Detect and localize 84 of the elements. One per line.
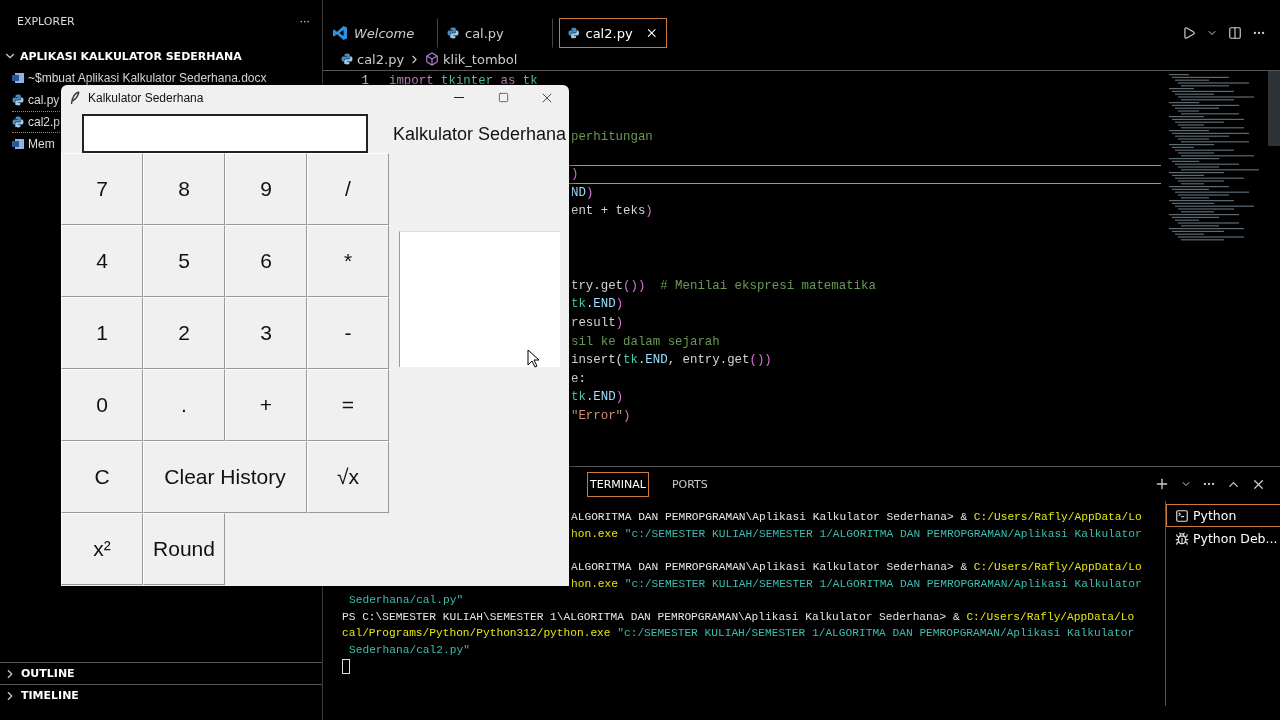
calculator-key[interactable]: 3	[225, 297, 307, 369]
python-icon	[447, 27, 459, 39]
document-icon	[12, 138, 24, 150]
app-heading: Kalkulator Sederhana	[392, 124, 568, 146]
maximize-icon	[497, 92, 509, 103]
minimize-icon	[454, 97, 464, 98]
document-icon	[12, 72, 24, 84]
calculator-key[interactable]: 0	[61, 369, 143, 441]
file-item[interactable]: cal.py	[12, 89, 60, 111]
calculator-key[interactable]: /	[307, 153, 389, 225]
code-line: )	[571, 167, 579, 182]
calculator-key[interactable]: 5	[143, 225, 225, 297]
calculator-key[interactable]: .	[143, 369, 225, 441]
code-line: ent + teks)	[571, 204, 653, 219]
calculator-key[interactable]: 8	[143, 153, 225, 225]
code-line: sil ke dalam sejarah	[571, 334, 720, 349]
terminal-item[interactable]: Python Deb...	[1166, 527, 1280, 550]
calculator-key[interactable]: -	[307, 297, 389, 369]
code-line: perhitungan	[571, 130, 653, 145]
code-line: "Error")	[571, 409, 631, 423]
calculator-key[interactable]: Clear History	[143, 441, 307, 513]
calculator-key[interactable]: +	[225, 369, 307, 441]
split-editor-icon[interactable]	[1228, 26, 1242, 40]
terminal-cursor	[342, 659, 350, 675]
code-line: tk.END)	[571, 297, 624, 312]
calculator-key[interactable]: 7	[61, 153, 143, 225]
terminal-line: ALGORITMA DAN PEMROPGRAMAN\Aplikasi Kalkulator Sederhana> & C:/Users/Rafly/AppData/Lo	[571, 561, 1142, 574]
calculator-key[interactable]: x²	[61, 513, 143, 585]
pointer-icon	[527, 349, 539, 368]
feather-icon	[70, 90, 80, 105]
calculator-key[interactable]: 9	[225, 153, 307, 225]
section-header[interactable]: OUTLINE	[0, 662, 322, 684]
code-line: import tkinter as tk	[389, 74, 538, 89]
scrollbar-thumb[interactable]	[1268, 71, 1280, 146]
editor-tab[interactable]: cal2.py	[559, 18, 667, 48]
terminal-icon	[1175, 508, 1189, 523]
calculator-key[interactable]: 1	[61, 297, 143, 369]
terminal-line: ALGORITMA DAN PEMROPGRAMAN\Aplikasi Kalkulator Sederhana> & C:/Users/Rafly/AppData/Lo	[571, 511, 1142, 524]
terminal-line: hon.exe "c:/SEMESTER KULIAH/SEMESTER 1/ALGORITMA DAN PEMROPGRAMAN/Aplikasi Kalkulator	[571, 527, 1142, 540]
file-item[interactable]: Mem	[12, 133, 55, 155]
terminal-line: Sederhana/cal2.py"	[349, 644, 470, 657]
panel-tab[interactable]: TERMINAL	[587, 471, 649, 497]
terminal-line: PS C:\SEMESTER KULIAH\SEMESTER 1\ALGORITMA DAN PEMROPGRAMAN\Aplikasi Kalkulator Sederhana> & C:/Users/Rafly/AppData/Lo	[342, 610, 1135, 623]
python-icon	[568, 27, 580, 39]
calculator-key[interactable]: √x	[307, 441, 389, 513]
calculator-key[interactable]: Round	[143, 513, 225, 585]
breadcrumb[interactable]: cal2.py	[357, 51, 405, 67]
more-actions-button[interactable]: ···	[299, 14, 310, 28]
window-title: Kalkulator Sederhana	[88, 90, 204, 105]
cube-icon	[425, 52, 440, 66]
section-header[interactable]: TIMELINE	[0, 684, 322, 706]
calculator-key[interactable]: *	[307, 225, 389, 297]
folder-header[interactable]: APLIKASI KALKULATOR SEDERHANA	[0, 45, 322, 67]
calculator-key[interactable]: C	[61, 441, 143, 513]
breadcrumb[interactable]: klik_tombol	[443, 51, 518, 67]
code-line: ND)	[571, 185, 594, 200]
calculator-key[interactable]: 2	[143, 297, 225, 369]
add-icon[interactable]	[1154, 476, 1170, 492]
code-line: tk.END)	[571, 390, 624, 405]
terminal-item[interactable]: Python	[1166, 504, 1280, 527]
terminal-line: hon.exe "c:/SEMESTER KULIAH/SEMESTER 1/ALGORITMA DAN PEMROPGRAMAN/Aplikasi Kalkulator	[571, 577, 1142, 590]
code-line: insert(tk.END, entry.get())	[571, 353, 772, 368]
calculator-key[interactable]: 6	[225, 225, 307, 297]
file-item[interactable]: cal2.p	[12, 111, 61, 133]
python-icon	[341, 53, 353, 65]
editor-tab[interactable]: cal.py	[438, 18, 553, 48]
terminal-line: Sederhana/cal.py"	[349, 594, 464, 607]
expression-field[interactable]	[82, 114, 368, 153]
code-editor-logo-icon	[332, 25, 348, 41]
code-line: e:	[571, 371, 586, 386]
bug-icon	[1175, 531, 1189, 546]
calculator-key[interactable]: 4	[61, 225, 143, 297]
python-icon	[12, 116, 24, 128]
python-icon	[12, 94, 24, 106]
file-item[interactable]: ~$mbuat Aplikasi Kalkulator Sederhana.docx	[12, 67, 267, 89]
run-icon[interactable]	[1182, 26, 1196, 40]
code-line: try.get()) # Menilai ekspresi matematika	[571, 278, 876, 293]
code-line: result)	[571, 316, 624, 330]
editor-tab[interactable]: Welcome	[323, 18, 438, 48]
line-number: 1	[360, 74, 369, 89]
panel-tab[interactable]: PORTS	[668, 471, 711, 497]
sidebar-title: EXPLORER	[17, 14, 75, 28]
terminal-line: cal/Programs/Python/Python312/python.exe "c:/SEMESTER KULIAH/SEMESTER 1/ALGORITMA DAN PEMROPGRAMAN/Aplikasi Kalkulator	[342, 627, 1135, 640]
calculator-key[interactable]: =	[307, 369, 389, 441]
